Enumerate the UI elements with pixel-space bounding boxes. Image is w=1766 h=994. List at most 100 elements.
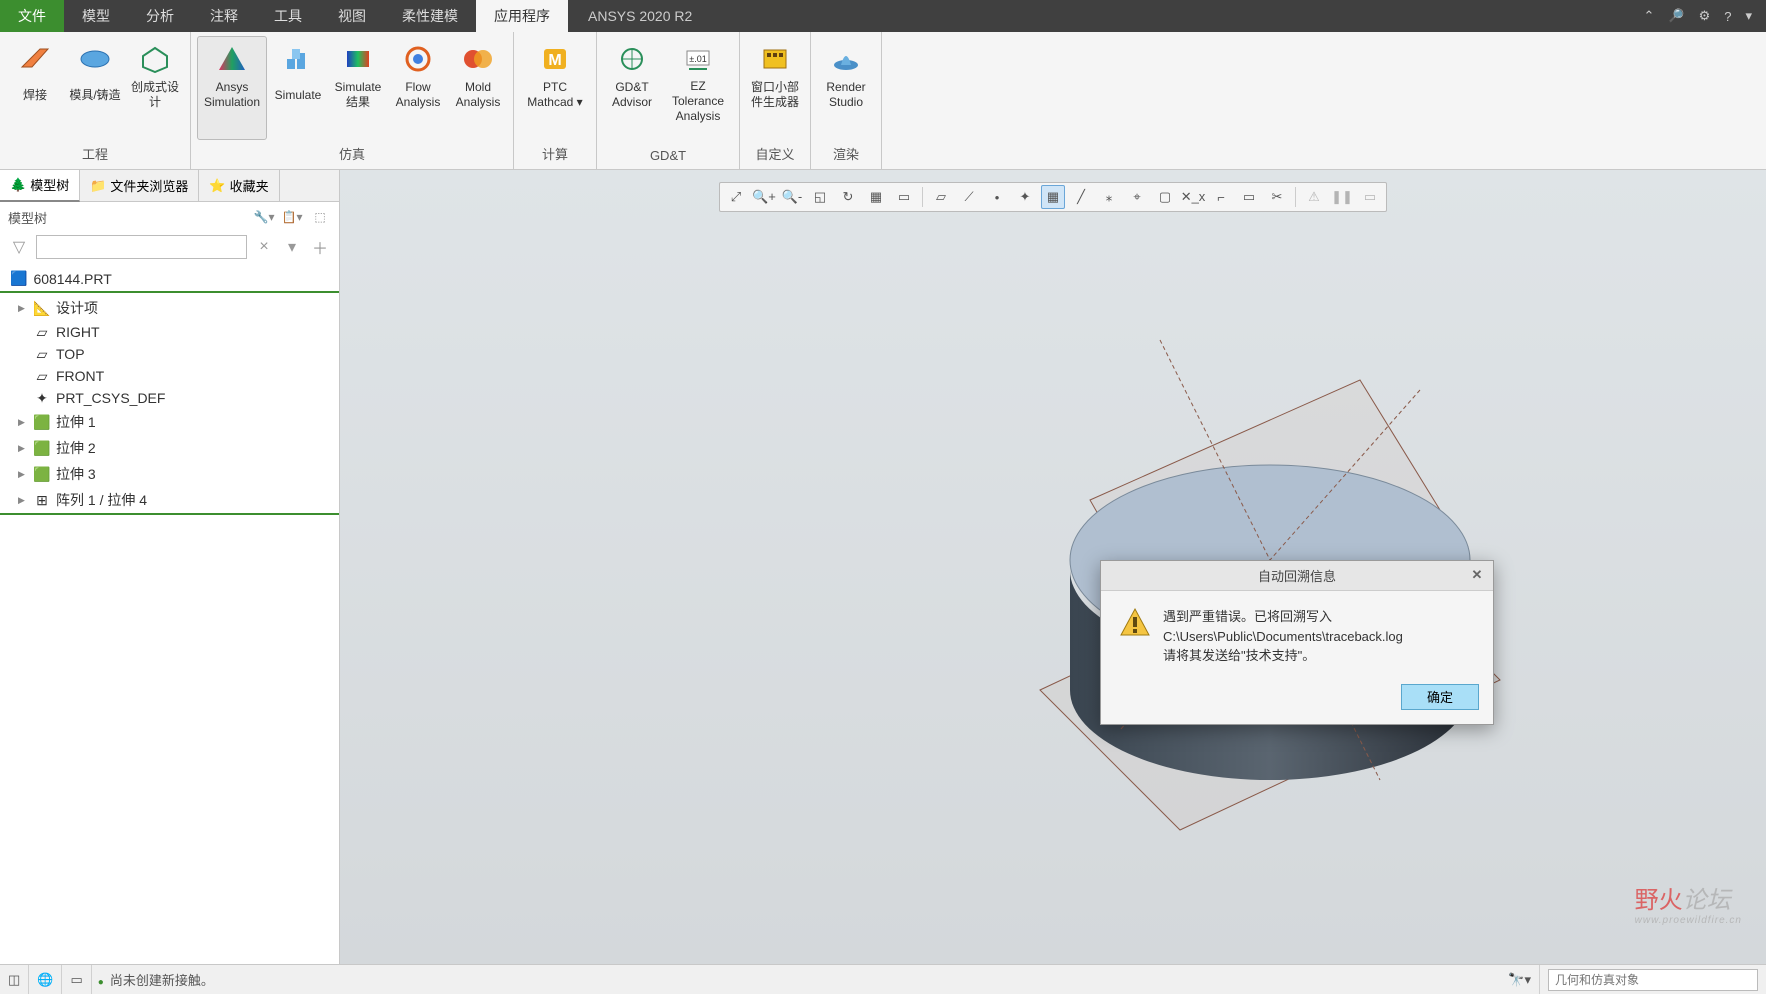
dialog-ok-button[interactable]: 确定 <box>1401 684 1479 710</box>
tree-item-label: PRT_CSYS_DEF <box>56 390 165 406</box>
settings-icon[interactable]: ⚙ <box>1699 8 1711 24</box>
feature-icon-1[interactable]: ✕_x <box>1181 185 1205 209</box>
dropdown-icon[interactable]: ▾ <box>1745 8 1752 24</box>
side-tab-modeltree[interactable]: 🌲模型树 <box>0 170 80 202</box>
star-icon: ⭐ <box>209 178 225 194</box>
tree-item[interactable]: ▶ 🟩 拉伸 1 <box>0 409 339 435</box>
plane-icon: ▱ <box>34 346 50 362</box>
tree-search-input[interactable] <box>36 235 247 259</box>
ribbon-group-compute: M PTC Mathcad ▾ 计算 <box>514 32 597 169</box>
menu-analysis[interactable]: 分析 <box>128 0 192 32</box>
render-studio-button[interactable]: Render Studio <box>817 36 875 140</box>
search-icon[interactable]: 🔎 <box>1668 8 1684 24</box>
widget-builder-button[interactable]: 窗口小部件生成器 <box>746 36 804 140</box>
zoom-in-icon[interactable]: 🔍+ <box>752 185 776 209</box>
simulate-icon <box>280 43 316 75</box>
mold-button[interactable]: 模具/铸造 <box>66 36 124 140</box>
ez-tolerance-button[interactable]: ±.01 EZ Tolerance Analysis <box>663 36 733 144</box>
refit-icon[interactable]: ◱ <box>808 185 832 209</box>
clear-search-icon[interactable]: × <box>253 238 275 256</box>
pause-icon[interactable]: ❚❚ <box>1330 185 1354 209</box>
side-tab-favs[interactable]: ⭐收藏夹 <box>199 170 279 202</box>
menu-view[interactable]: 视图 <box>320 0 384 32</box>
tree-root[interactable]: 🟦 608144.PRT <box>0 266 339 293</box>
extrude-icon: 🟩 <box>34 414 50 430</box>
tree-item-label: TOP <box>56 346 85 362</box>
tree-item[interactable]: ✦PRT_CSYS_DEF <box>0 387 339 409</box>
mold-analysis-icon <box>460 43 496 75</box>
point-icon[interactable]: ⁎ <box>1097 185 1121 209</box>
tree-item[interactable]: ▱FRONT <box>0 365 339 387</box>
datum-csys-icon[interactable]: ✦ <box>1013 185 1037 209</box>
tree-item[interactable]: ▶🟩拉伸 3 <box>0 461 339 487</box>
tree-item[interactable]: ▶📐设计项 <box>0 295 339 321</box>
datum-point-icon[interactable]: • <box>985 185 1009 209</box>
expand-icon[interactable]: ▶ <box>18 303 28 314</box>
feature-icon-2[interactable]: ⌐ <box>1209 185 1233 209</box>
flow-analysis-button[interactable]: Flow Analysis <box>389 36 447 140</box>
expand-icon[interactable]: ▶ <box>18 495 28 506</box>
viewport[interactable]: PRT_CSYS_DEF ⤢ 🔍+ 🔍- ◱ ↻ ▦ ▭ ▱ ⟋ • ✦ ▦ ╱… <box>340 170 1766 964</box>
find-input[interactable] <box>1548 969 1758 991</box>
warning-icon[interactable]: ⚠ <box>1302 185 1326 209</box>
tree-item[interactable]: ▱ TOP <box>0 343 339 365</box>
add-icon[interactable]: ＋ <box>309 235 331 259</box>
simulate-results-button[interactable]: Simulate 结果 <box>329 36 387 140</box>
display-style-icon[interactable]: ▦ <box>864 185 888 209</box>
menu-apps[interactable]: 应用程序 <box>476 0 568 32</box>
mold-analysis-button[interactable]: Mold Analysis <box>449 36 507 140</box>
feature-icon-3[interactable]: ▭ <box>1237 185 1261 209</box>
saved-view-icon[interactable]: ▭ <box>892 185 916 209</box>
extrude-icon: 🟩 <box>34 440 50 456</box>
generative-button[interactable]: 创成式设计 <box>126 36 184 140</box>
menu-flex[interactable]: 柔性建模 <box>384 0 476 32</box>
expand-icon[interactable]: ▶ <box>18 443 28 454</box>
tree-item-label: FRONT <box>56 368 104 384</box>
side-tab-folders[interactable]: 📁文件夹浏览器 <box>80 170 199 202</box>
svg-text:±.01: ±.01 <box>689 54 706 64</box>
expand-icon[interactable]: ▶ <box>18 469 28 480</box>
status-icon-1[interactable]: ◫ <box>0 965 29 994</box>
weld-button[interactable]: 焊接 <box>6 36 64 140</box>
status-icon-2[interactable]: 🌐 <box>29 965 62 994</box>
annotation-display-icon[interactable]: ▦ <box>1041 185 1065 209</box>
menu-annotate[interactable]: 注释 <box>192 0 256 32</box>
datum-axis-icon[interactable]: ⟋ <box>957 185 981 209</box>
simulate-button[interactable]: Simulate <box>269 36 327 140</box>
menu-tools[interactable]: 工具 <box>256 0 320 32</box>
status-icon-3[interactable]: ▭ <box>62 965 91 994</box>
tree-item[interactable]: ▱RIGHT <box>0 321 339 343</box>
binoculars-icon[interactable]: 🔭▾ <box>1500 965 1540 994</box>
tree-tool-2[interactable]: 📋▾ <box>281 206 303 228</box>
search-dropdown-icon[interactable]: ▾ <box>281 237 303 257</box>
feature-icon-4[interactable]: ✂ <box>1265 185 1289 209</box>
collapse-ribbon-icon[interactable]: ⌃ <box>1643 8 1654 24</box>
zoom-fit-icon[interactable]: ⤢ <box>724 185 748 209</box>
axis-icon[interactable]: ╱ <box>1069 185 1093 209</box>
menu-model[interactable]: 模型 <box>64 0 128 32</box>
ansys-simulation-button[interactable]: Ansys Simulation <box>197 36 267 140</box>
group-label-gdt: GD&T <box>603 144 733 169</box>
tree-item[interactable]: ▶⊞阵列 1 / 拉伸 4 <box>0 487 339 515</box>
gdt-advisor-button[interactable]: GD&T Advisor <box>603 36 661 144</box>
tree-item-label: 拉伸 1 <box>56 412 96 432</box>
group-label-custom: 自定义 <box>746 140 804 169</box>
mathcad-button[interactable]: M PTC Mathcad ▾ <box>520 36 590 140</box>
menu-file[interactable]: 文件 <box>0 0 64 32</box>
spin-icon[interactable]: ↻ <box>836 185 860 209</box>
dialog-close-icon[interactable]: ✕ <box>1467 565 1487 585</box>
zoom-out-icon[interactable]: 🔍- <box>780 185 804 209</box>
datum-plane-icon[interactable]: ▱ <box>929 185 953 209</box>
traceback-dialog: 自动回溯信息 ✕ 遇到严重错误。已将回溯写入 C:\Users\Public\D… <box>1100 560 1494 725</box>
csys-toggle-icon[interactable]: ⌖ <box>1125 185 1149 209</box>
expand-icon[interactable]: ▶ <box>18 417 28 428</box>
plane-toggle-icon[interactable]: ▢ <box>1153 185 1177 209</box>
stop-icon[interactable]: ▭ <box>1358 185 1382 209</box>
tree-tool-3[interactable]: ⬚ <box>309 206 331 228</box>
filter-icon[interactable]: ▽ <box>8 237 30 257</box>
tree-item[interactable]: ▶🟩拉伸 2 <box>0 435 339 461</box>
tree-tool-1[interactable]: 🔧▾ <box>253 206 275 228</box>
weld-icon <box>17 43 53 75</box>
help-icon[interactable]: ? <box>1724 9 1731 24</box>
design-icon: 📐 <box>34 300 50 316</box>
